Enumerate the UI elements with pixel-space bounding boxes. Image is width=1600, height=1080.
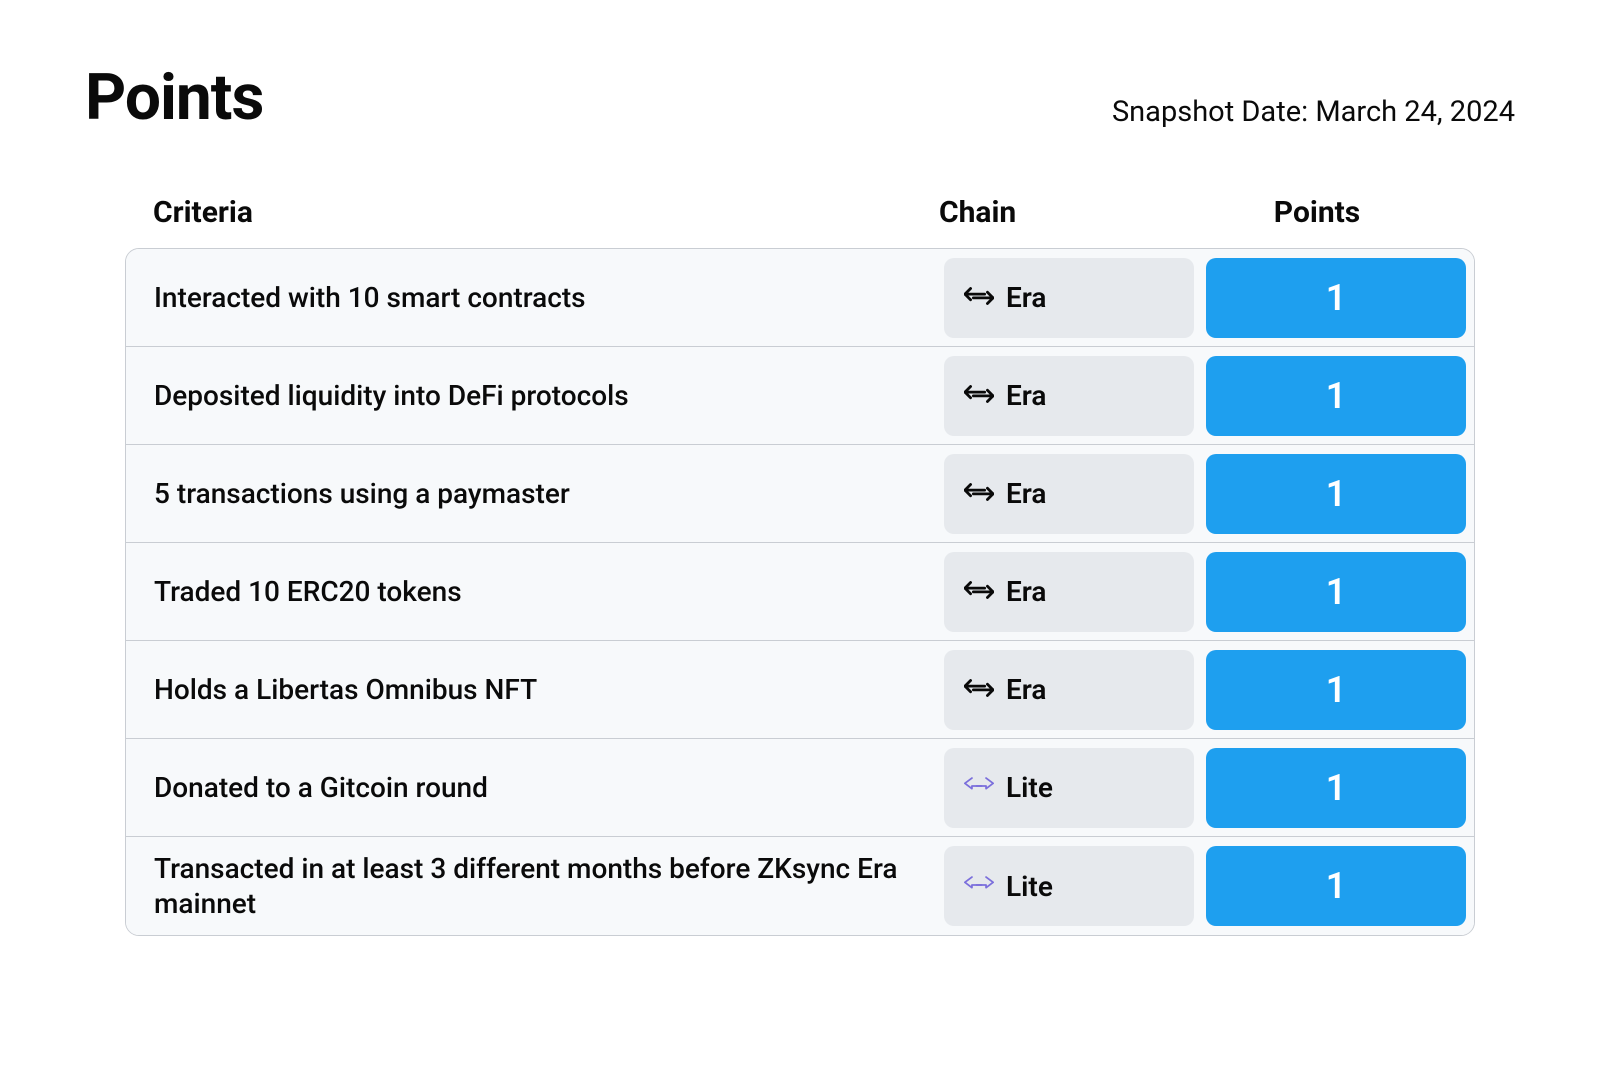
table-row: Traded 10 ERC20 tokens Era 1: [126, 543, 1474, 641]
points-badge: 1: [1206, 258, 1466, 338]
chain-icon-slot: [964, 379, 994, 412]
chain-badge: Lite: [944, 846, 1194, 926]
table-row: Transacted in at least 3 different month…: [126, 837, 1474, 935]
chain-icon-slot: [964, 771, 994, 804]
chain-label: Era: [1006, 477, 1046, 510]
chain-label: Era: [1006, 281, 1046, 314]
chain-label: Era: [1006, 575, 1046, 608]
swap-arrows-icon: [964, 285, 994, 307]
points-badge: 1: [1206, 454, 1466, 534]
points-badge: 1: [1206, 356, 1466, 436]
snapshot-value: March 24, 2024: [1315, 95, 1515, 129]
criteria-text: Holds a Libertas Omnibus NFT: [154, 672, 932, 707]
criteria-text: Transacted in at least 3 different month…: [154, 851, 932, 921]
swap-arrows-icon: [964, 677, 994, 699]
chain-badge: Era: [944, 356, 1194, 436]
table-header: Criteria Chain Points: [125, 195, 1475, 248]
table-row: Interacted with 10 smart contracts Era 1: [126, 249, 1474, 347]
header: Points Snapshot Date: March 24, 2024: [85, 60, 1515, 135]
criteria-text: Interacted with 10 smart contracts: [154, 280, 932, 315]
points-badge: 1: [1206, 846, 1466, 926]
points-badge: 1: [1206, 650, 1466, 730]
chain-icon-slot: [964, 281, 994, 314]
table-row: 5 transactions using a paymaster Era 1: [126, 445, 1474, 543]
chain-label: Era: [1006, 673, 1046, 706]
criteria-text: 5 transactions using a paymaster: [154, 476, 932, 511]
swap-arrows-outline-icon: [964, 874, 994, 896]
column-header-chain: Chain: [927, 195, 1187, 230]
chain-badge: Era: [944, 552, 1194, 632]
chain-icon-slot: [964, 870, 994, 903]
swap-arrows-outline-icon: [964, 775, 994, 797]
chain-icon-slot: [964, 477, 994, 510]
table-body: Interacted with 10 smart contracts Era 1…: [125, 248, 1475, 936]
criteria-text: Traded 10 ERC20 tokens: [154, 574, 932, 609]
snapshot-label: Snapshot Date:: [1112, 95, 1308, 129]
chain-label: Era: [1006, 379, 1046, 412]
table-row: Deposited liquidity into DeFi protocols …: [126, 347, 1474, 445]
chain-label: Lite: [1006, 771, 1053, 804]
criteria-text: Donated to a Gitcoin round: [154, 770, 932, 805]
points-badge: 1: [1206, 552, 1466, 632]
swap-arrows-icon: [964, 383, 994, 405]
chain-icon-slot: [964, 575, 994, 608]
column-header-points: Points: [1187, 195, 1447, 230]
table-row: Holds a Libertas Omnibus NFT Era 1: [126, 641, 1474, 739]
swap-arrows-icon: [964, 481, 994, 503]
chain-badge: Era: [944, 454, 1194, 534]
points-badge: 1: [1206, 748, 1466, 828]
points-table: Criteria Chain Points Interacted with 10…: [125, 195, 1475, 936]
chain-icon-slot: [964, 673, 994, 706]
chain-badge: Era: [944, 258, 1194, 338]
criteria-text: Deposited liquidity into DeFi protocols: [154, 378, 932, 413]
chain-label: Lite: [1006, 870, 1053, 903]
chain-badge: Era: [944, 650, 1194, 730]
page-title: Points: [85, 60, 263, 135]
chain-badge: Lite: [944, 748, 1194, 828]
swap-arrows-icon: [964, 579, 994, 601]
table-row: Donated to a Gitcoin round Lite 1: [126, 739, 1474, 837]
snapshot-date: Snapshot Date: March 24, 2024: [1112, 95, 1515, 135]
column-header-criteria: Criteria: [153, 195, 927, 230]
